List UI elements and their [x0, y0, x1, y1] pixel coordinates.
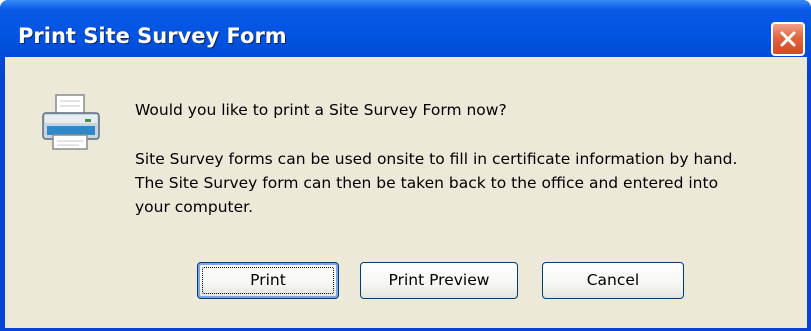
print-button[interactable]: Print [197, 262, 339, 299]
close-icon [780, 31, 796, 47]
window-title: Print Site Survey Form [18, 24, 287, 48]
dialog-question: Would you like to print a Site Survey Fo… [135, 101, 507, 119]
print-site-survey-dialog: Print Site Survey Form Would you like to… [0, 0, 811, 331]
close-button[interactable] [771, 22, 805, 56]
print-preview-button[interactable]: Print Preview [360, 262, 518, 299]
cancel-button[interactable]: Cancel [542, 262, 684, 299]
printer-icon [42, 94, 100, 150]
dialog-content: Would you like to print a Site Survey Fo… [5, 57, 807, 328]
dialog-body-text: Site Survey forms can be used onsite to … [135, 150, 738, 216]
